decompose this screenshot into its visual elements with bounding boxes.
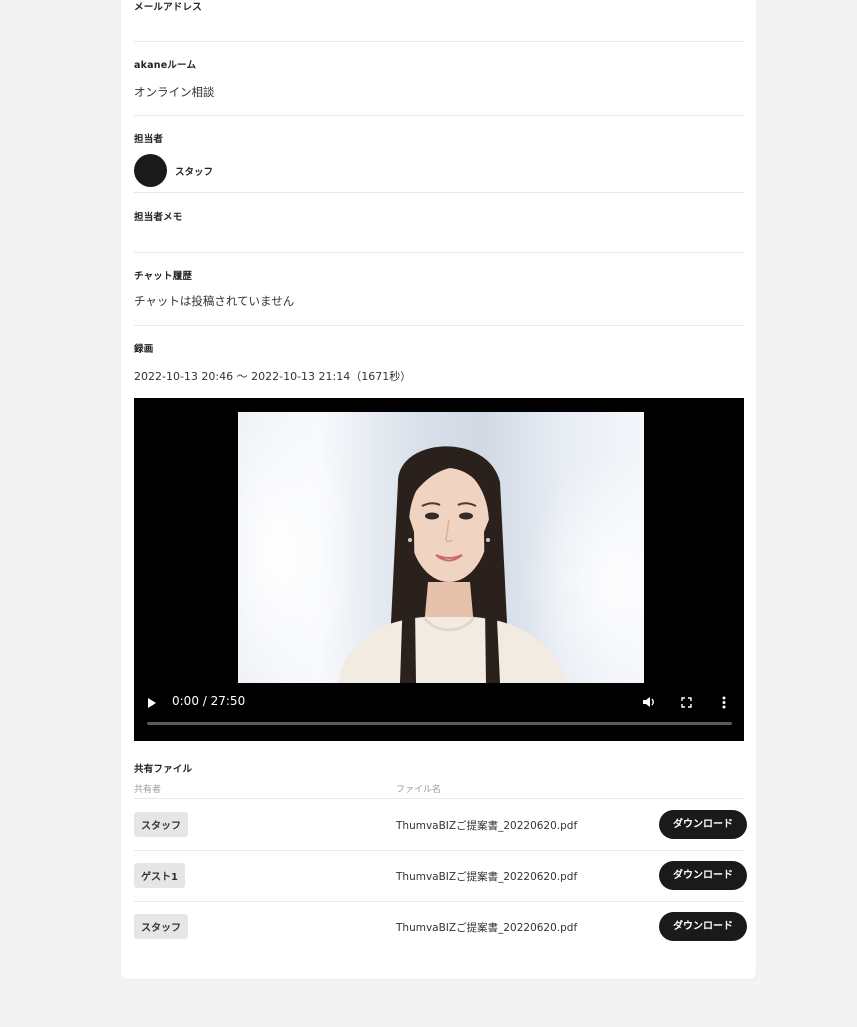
chat-label: チャット履歴 [134, 271, 193, 282]
avatar [134, 154, 167, 187]
table-row: スタッフ [134, 812, 188, 837]
download-button[interactable]: ダウンロード [659, 912, 747, 941]
assignee-label: 担当者 [134, 134, 164, 145]
sharer-chip: ゲスト1 [134, 863, 185, 888]
divider [134, 115, 744, 116]
video-player[interactable]: 0:00 / 27:50 [134, 398, 744, 741]
divider [134, 850, 744, 851]
chat-value: チャットは投稿されていません [134, 294, 295, 308]
divider [134, 325, 744, 326]
file-name: ThumvaBIZご提案書_20220620.pdf [396, 820, 578, 832]
file-name: ThumvaBIZご提案書_20220620.pdf [396, 922, 578, 934]
more-vert-icon[interactable] [722, 696, 726, 709]
divider [134, 252, 744, 253]
video-controls: 0:00 / 27:50 [134, 686, 744, 741]
table-row: ゲスト1 [134, 863, 185, 888]
download-button[interactable]: ダウンロード [659, 861, 747, 890]
room-value: オンライン相談 [134, 85, 215, 99]
recording-period: 2022-10-13 20:46 〜 2022-10-13 21:14（1671… [134, 370, 412, 383]
col-sharer-header: 共有者 [134, 785, 162, 795]
table-row: スタッフ [134, 914, 188, 939]
video-time: 0:00 / 27:50 [172, 694, 246, 708]
file-name: ThumvaBIZご提案書_20220620.pdf [396, 871, 578, 883]
fullscreen-icon[interactable] [681, 697, 692, 708]
video-frame [238, 412, 644, 683]
col-filename-header: ファイル名 [396, 785, 442, 795]
divider [134, 192, 744, 193]
room-label: akaneルーム [134, 60, 197, 71]
divider [134, 41, 744, 42]
download-button[interactable]: ダウンロード [659, 810, 747, 839]
play-icon[interactable] [148, 698, 156, 708]
sharer-chip: スタッフ [134, 914, 188, 939]
video-progress-bar[interactable] [147, 722, 732, 725]
sharer-chip: スタッフ [134, 812, 188, 837]
assignee-name: スタッフ [175, 167, 214, 178]
assignee-memo-label: 担当者メモ [134, 212, 183, 223]
volume-icon[interactable] [642, 696, 656, 708]
divider [134, 798, 744, 799]
shared-files-title: 共有ファイル [134, 764, 193, 775]
divider [134, 901, 744, 902]
email-label: メールアドレス [134, 2, 202, 13]
person-portrait-image [338, 446, 568, 683]
detail-card: メールアドレス akaneルーム オンライン相談 担当者 スタッフ 担当者メモ … [121, 0, 756, 979]
recording-label: 録画 [134, 344, 154, 355]
